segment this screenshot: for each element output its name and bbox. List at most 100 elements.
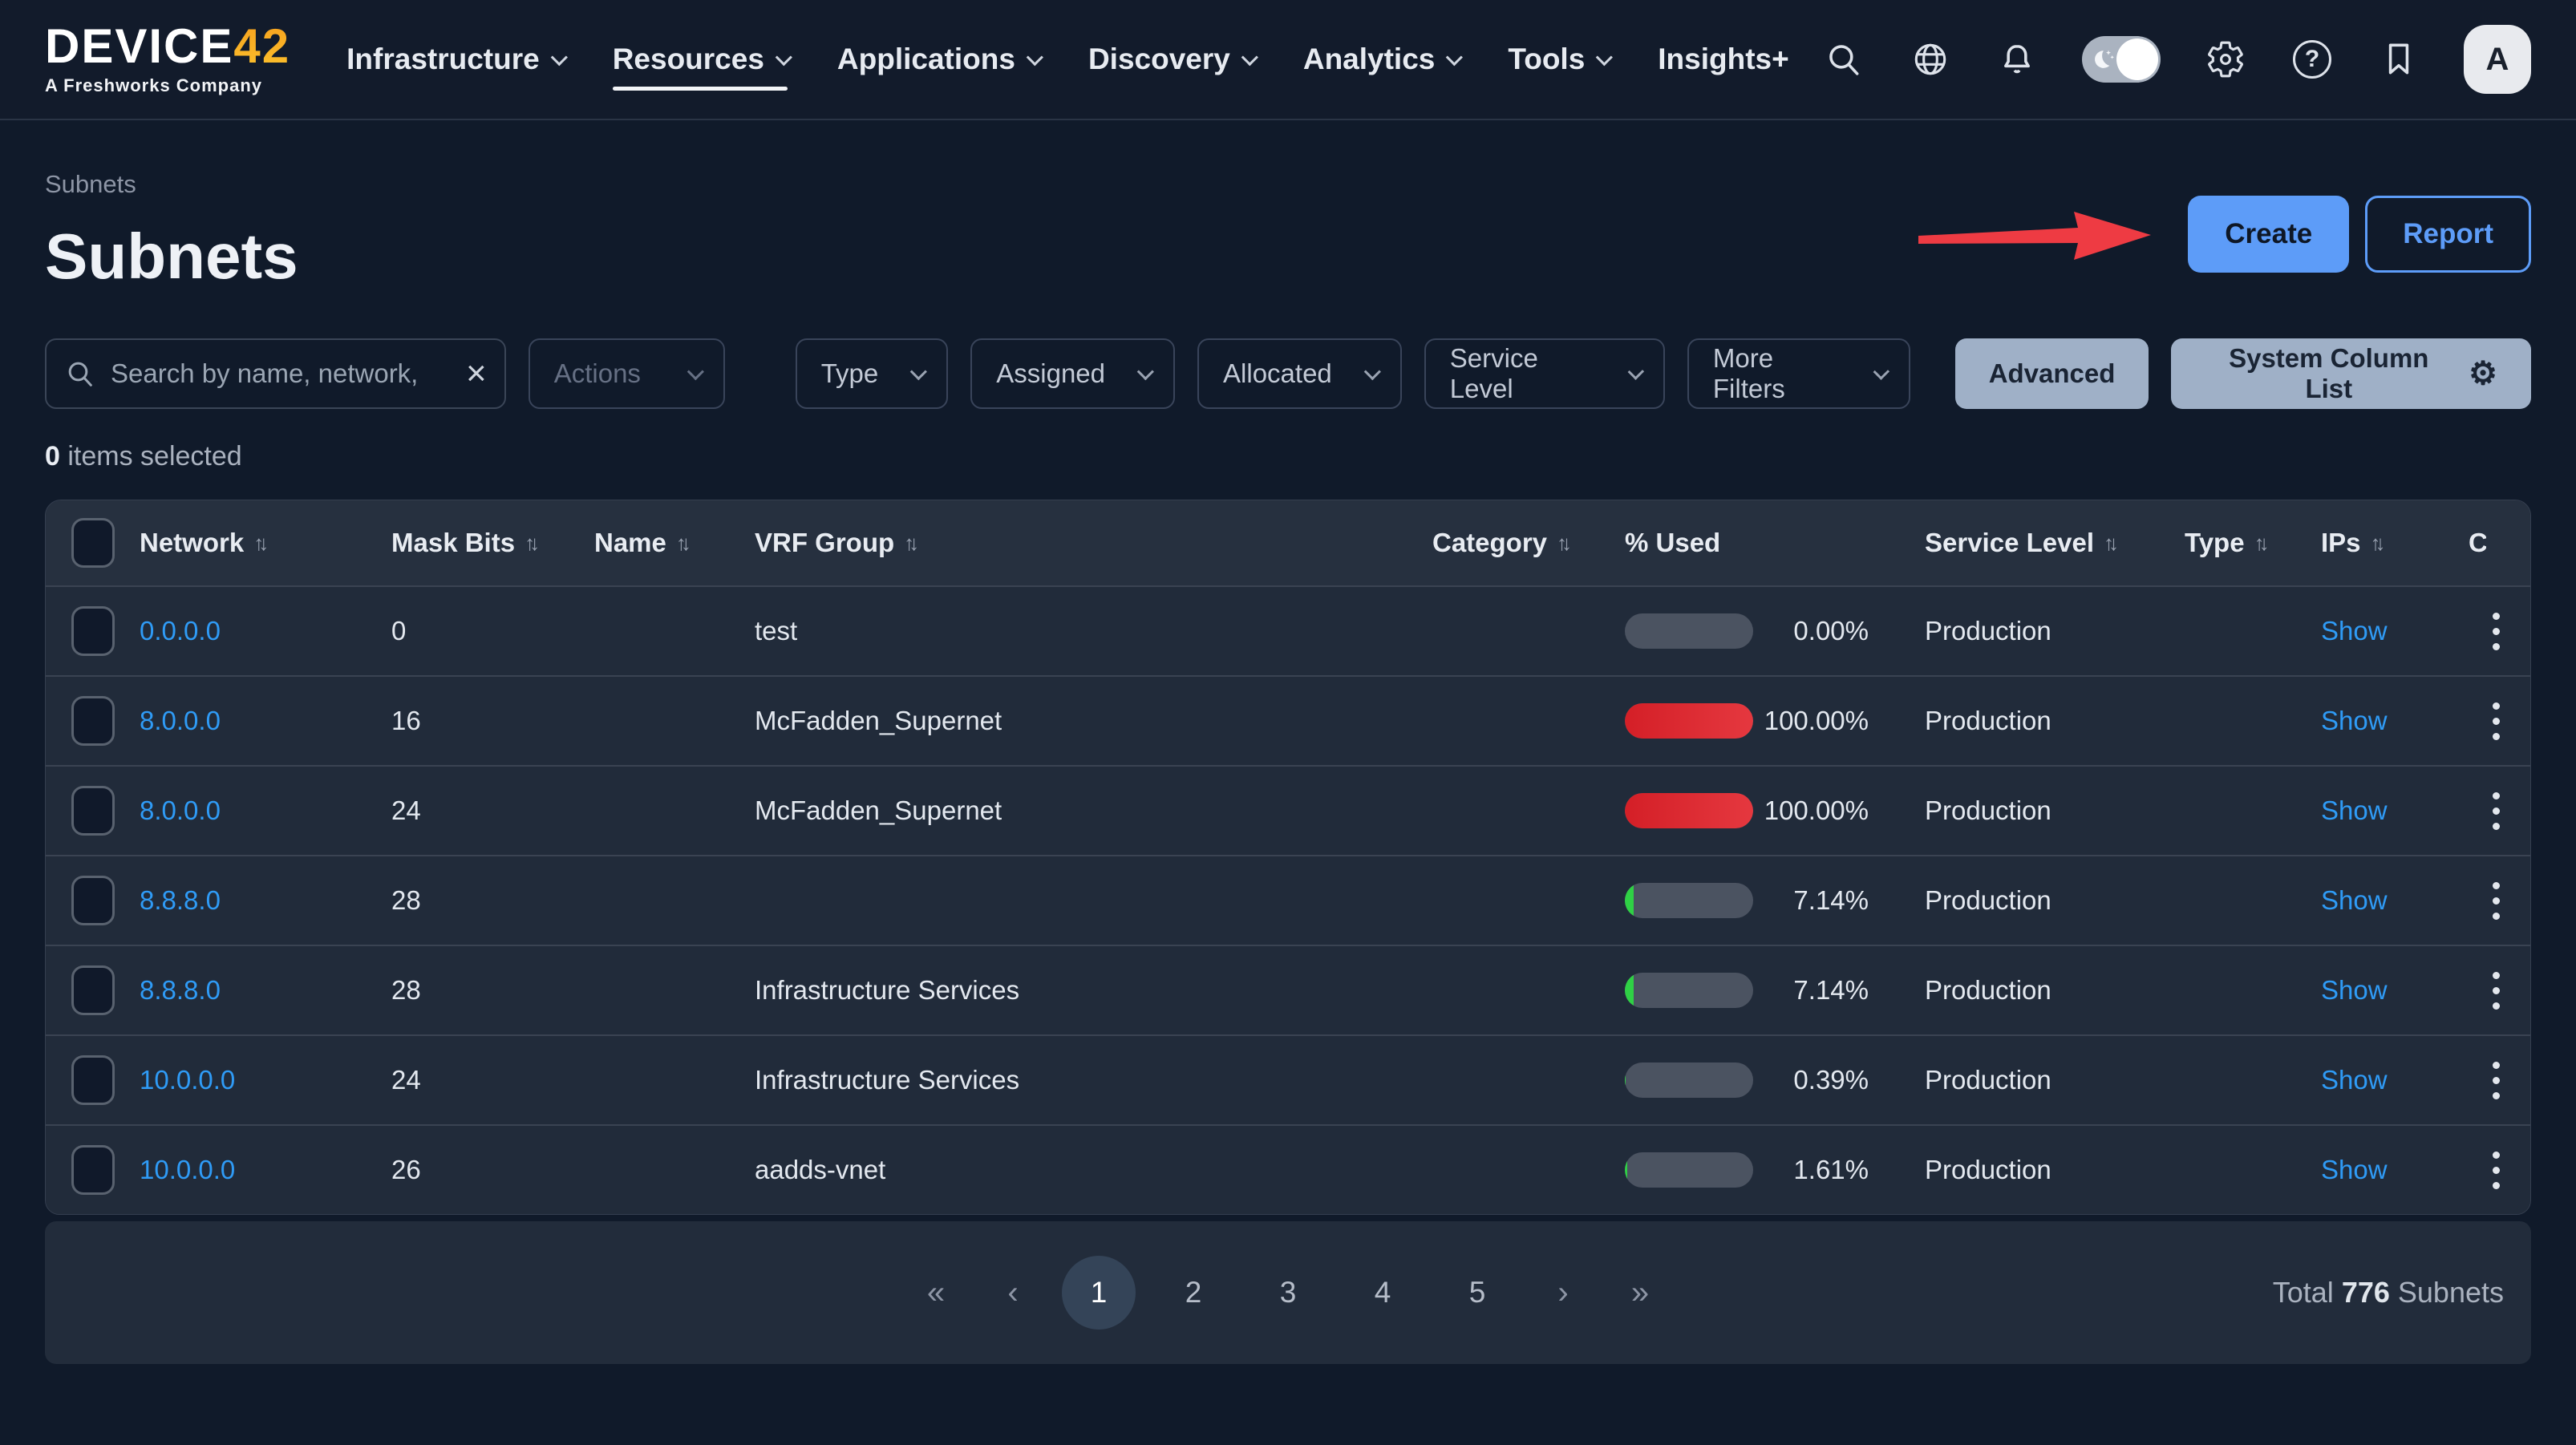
- row-checkbox[interactable]: [71, 965, 115, 1015]
- page-button-3[interactable]: 3: [1251, 1256, 1325, 1330]
- advanced-button[interactable]: Advanced: [1955, 338, 2149, 409]
- page-button-5[interactable]: 5: [1440, 1256, 1514, 1330]
- table-row: 0.0.0.00test0.00%ProductionShow: [46, 585, 2530, 675]
- filter-label: More Filters: [1713, 343, 1841, 404]
- show-ips-link[interactable]: Show: [2321, 706, 2388, 735]
- next-page-button[interactable]: ›: [1535, 1256, 1591, 1330]
- sort-icon: ↑↓: [904, 531, 919, 556]
- main-nav: Infrastructure Resources Applications Disco…: [346, 10, 1789, 108]
- column-header-service-level[interactable]: Service Level↑↓: [1873, 528, 2138, 558]
- row-checkbox[interactable]: [71, 606, 115, 656]
- last-page-button[interactable]: »: [1612, 1256, 1668, 1330]
- assigned-filter-dropdown[interactable]: Assigned: [970, 338, 1175, 409]
- nav-item-label: Resources: [613, 42, 764, 76]
- show-ips-link[interactable]: Show: [2321, 885, 2388, 915]
- sort-icon: ↑↓: [2104, 531, 2119, 556]
- nav-item-applications[interactable]: Applications: [837, 10, 1039, 108]
- avatar[interactable]: A: [2464, 25, 2531, 94]
- cell-row-menu: [2403, 882, 2530, 920]
- network-link[interactable]: 8.0.0.0: [140, 706, 221, 735]
- filter-label: Service Level: [1450, 343, 1596, 404]
- column-header-mask-bits[interactable]: Mask Bits↑↓: [391, 528, 594, 558]
- kebab-menu-icon[interactable]: [2480, 792, 2512, 830]
- kebab-menu-icon[interactable]: [2480, 1062, 2512, 1099]
- network-link[interactable]: 10.0.0.0: [140, 1155, 235, 1184]
- column-header-name[interactable]: Name↑↓: [594, 528, 755, 558]
- show-ips-link[interactable]: Show: [2321, 795, 2388, 825]
- nav-item-insights[interactable]: Insights+: [1658, 10, 1788, 108]
- globe-icon[interactable]: [1909, 38, 1952, 81]
- table-footer: «‹12345›» Total 776 Subnets: [45, 1221, 2531, 1364]
- nav-item-resources[interactable]: Resources: [613, 10, 788, 108]
- show-ips-link[interactable]: Show: [2321, 1065, 2388, 1095]
- kebab-menu-icon[interactable]: [2480, 1152, 2512, 1189]
- kebab-menu-icon[interactable]: [2480, 972, 2512, 1010]
- column-header-ips[interactable]: IPs↑↓: [2282, 528, 2403, 558]
- row-checkbox[interactable]: [71, 876, 115, 925]
- network-link[interactable]: 0.0.0.0: [140, 616, 221, 646]
- table-row: 8.8.8.028Infrastructure Services7.14%Pro…: [46, 945, 2530, 1034]
- page-button-4[interactable]: 4: [1346, 1256, 1420, 1330]
- first-page-button[interactable]: «: [908, 1256, 964, 1330]
- row-checkbox[interactable]: [71, 696, 115, 746]
- usage-percent-label: 7.14%: [1793, 885, 1873, 916]
- search-input[interactable]: [111, 358, 452, 389]
- column-header-vrf-group[interactable]: VRF Group↑↓: [755, 528, 1432, 558]
- system-column-list-button[interactable]: System Column List ⚙: [2171, 338, 2531, 409]
- report-button[interactable]: Report: [2365, 196, 2531, 273]
- cell-service-level: Production: [1873, 616, 2138, 646]
- column-label: Type: [2185, 528, 2245, 558]
- nav-item-analytics[interactable]: Analytics: [1303, 10, 1459, 108]
- network-link[interactable]: 8.0.0.0: [140, 795, 221, 825]
- column-header-used[interactable]: % Used: [1625, 528, 1873, 558]
- select-all-checkbox[interactable]: [71, 518, 115, 568]
- nav-item-tools[interactable]: Tools: [1508, 10, 1608, 108]
- row-checkbox[interactable]: [71, 1145, 115, 1195]
- show-ips-link[interactable]: Show: [2321, 1155, 2388, 1184]
- bell-icon[interactable]: [1995, 38, 2039, 81]
- page-button-2[interactable]: 2: [1156, 1256, 1230, 1330]
- cell-percent-used: 0.39%: [1625, 1062, 1873, 1098]
- nav-item-discovery[interactable]: Discovery: [1088, 10, 1254, 108]
- nav-item-infrastructure[interactable]: Infrastructure: [346, 10, 563, 108]
- gear-icon[interactable]: [2204, 38, 2247, 81]
- service-level-filter-dropdown[interactable]: Service Level: [1424, 338, 1665, 409]
- kebab-menu-icon[interactable]: [2480, 613, 2512, 650]
- column-header-network[interactable]: Network↑↓: [140, 528, 391, 558]
- column-header-type[interactable]: Type↑↓: [2138, 528, 2282, 558]
- network-link[interactable]: 8.8.8.0: [140, 975, 221, 1005]
- network-link[interactable]: 10.0.0.0: [140, 1065, 235, 1095]
- show-ips-link[interactable]: Show: [2321, 616, 2388, 646]
- cell-percent-used: 1.61%: [1625, 1152, 1873, 1188]
- network-link[interactable]: 8.8.8.0: [140, 885, 221, 915]
- filter-bar: × Actions Type Assigned Allocated Service L…: [0, 293, 2576, 409]
- type-filter-dropdown[interactable]: Type: [796, 338, 949, 409]
- row-checkbox[interactable]: [71, 786, 115, 836]
- column-header-category[interactable]: Category↑↓: [1432, 528, 1625, 558]
- actions-dropdown[interactable]: Actions: [529, 338, 725, 409]
- allocated-filter-dropdown[interactable]: Allocated: [1197, 338, 1402, 409]
- help-icon[interactable]: ?: [2290, 38, 2334, 81]
- previous-page-button[interactable]: ‹: [985, 1256, 1041, 1330]
- clear-icon[interactable]: ×: [466, 356, 487, 391]
- create-button[interactable]: Create: [2188, 196, 2349, 273]
- nav-item-label: Tools: [1508, 42, 1585, 76]
- usage-bar: [1625, 793, 1753, 828]
- search-icon[interactable]: [1822, 38, 1865, 81]
- show-ips-link[interactable]: Show: [2321, 975, 2388, 1005]
- kebab-menu-icon[interactable]: [2480, 702, 2512, 740]
- row-checkbox-cell: [46, 696, 140, 746]
- kebab-menu-icon[interactable]: [2480, 882, 2512, 920]
- bookmark-icon[interactable]: [2377, 38, 2420, 81]
- theme-toggle[interactable]: [2082, 36, 2161, 83]
- usage-bar-fill: [1625, 1062, 1626, 1098]
- row-checkbox[interactable]: [71, 1055, 115, 1105]
- device42-logo[interactable]: DEVICE42 A Freshworks Company: [45, 22, 290, 96]
- cell-network: 10.0.0.0: [140, 1155, 391, 1185]
- column-header-c[interactable]: C: [2403, 528, 2530, 558]
- gear-icon: ⚙: [2469, 358, 2497, 390]
- page-button-1[interactable]: 1: [1062, 1256, 1136, 1330]
- more-filters-filter-dropdown[interactable]: More Filters: [1687, 338, 1910, 409]
- usage-percent-label: 100.00%: [1764, 795, 1873, 826]
- table-row: 8.0.0.024McFadden_Supernet100.00%Product…: [46, 765, 2530, 855]
